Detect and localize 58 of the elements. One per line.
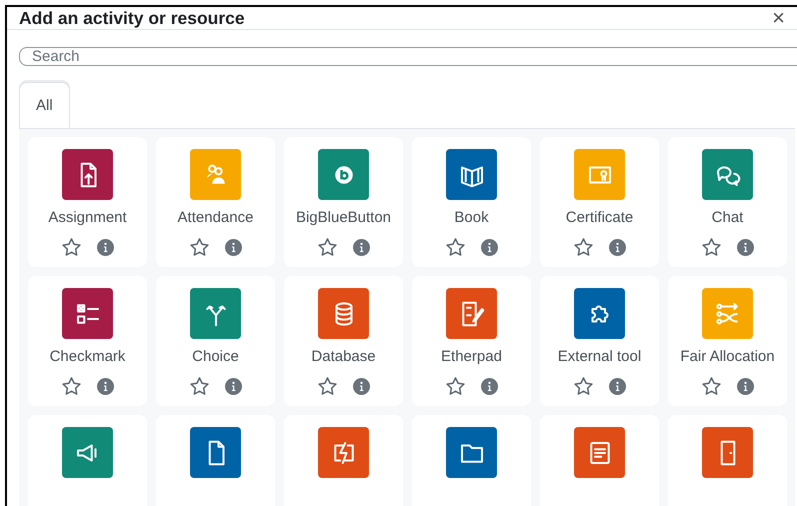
activity-card[interactable]: Fair Allocation (668, 276, 787, 406)
info-button[interactable] (96, 239, 114, 256)
activity-card[interactable]: Chat (668, 137, 787, 267)
activity-card[interactable]: Attendance (156, 137, 275, 267)
activity-card[interactable]: Book (412, 137, 531, 267)
activity-name: Assignment (48, 209, 127, 227)
activity-card[interactable]: Choice (156, 276, 275, 406)
activity-card[interactable] (668, 415, 787, 506)
activity-card[interactable] (156, 415, 275, 506)
activity-name: Etherpad (441, 348, 502, 366)
star-button[interactable] (574, 238, 592, 257)
activity-card[interactable]: Checkmark (28, 276, 147, 406)
activity-name: Checkmark (50, 348, 126, 366)
activity-name: Chat (712, 209, 744, 227)
info-button[interactable] (608, 239, 626, 256)
activity-card[interactable]: BigBlueButton (284, 137, 403, 267)
activity-card[interactable]: Etherpad (412, 276, 531, 406)
info-button[interactable] (736, 239, 754, 256)
star-button[interactable] (190, 377, 208, 396)
activity-name: Fair Allocation (680, 348, 775, 366)
close-button[interactable]: × (770, 7, 787, 29)
activity-card[interactable] (412, 415, 531, 506)
star-button[interactable] (702, 377, 720, 396)
activity-name: Choice (192, 348, 239, 366)
star-button[interactable] (446, 377, 464, 396)
info-button[interactable] (224, 239, 242, 256)
info-button[interactable] (480, 378, 498, 395)
activity-name: Certificate (566, 209, 634, 227)
activity-card[interactable] (284, 415, 403, 506)
activity-card[interactable]: Assignment (28, 137, 147, 267)
activity-name: BigBlueButton (296, 209, 392, 227)
info-button[interactable] (608, 378, 626, 395)
star-button[interactable] (318, 238, 336, 257)
activity-name: Database (311, 348, 376, 366)
info-button[interactable] (352, 239, 370, 256)
info-button[interactable] (736, 378, 754, 395)
search-field[interactable]: Search (19, 47, 797, 66)
star-button[interactable] (574, 377, 592, 396)
activity-card[interactable] (28, 415, 147, 506)
activity-card[interactable]: Certificate (540, 137, 659, 267)
star-button[interactable] (62, 238, 80, 257)
star-button[interactable] (190, 238, 208, 257)
star-button[interactable] (446, 238, 464, 257)
activity-card[interactable] (540, 415, 659, 506)
star-button[interactable] (702, 238, 720, 257)
info-button[interactable] (96, 378, 114, 395)
activity-card[interactable]: External tool (540, 276, 659, 406)
activity-name: External tool (558, 348, 642, 366)
dialog-title: Add an activity or resource (19, 8, 245, 28)
star-button[interactable] (62, 377, 80, 396)
tab[interactable]: All (19, 82, 70, 128)
star-button[interactable] (318, 377, 336, 396)
info-button[interactable] (352, 378, 370, 395)
activity-card[interactable]: Database (284, 276, 403, 406)
info-button[interactable] (224, 378, 242, 395)
activity-name: Book (454, 209, 489, 227)
info-button[interactable] (480, 239, 498, 256)
activity-name: Attendance (178, 209, 254, 227)
